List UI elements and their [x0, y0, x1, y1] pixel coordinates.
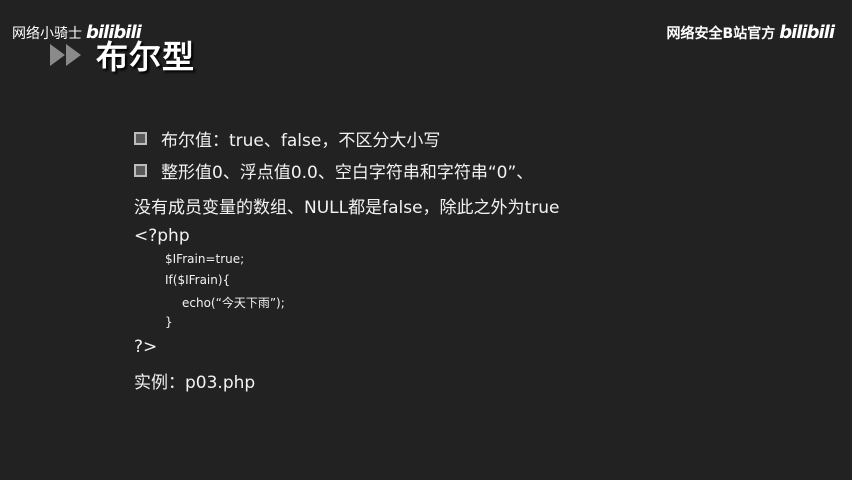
bullet-item: 整形值0、浮点值0.0、空白字符串和字符串“0”、 — [134, 158, 533, 183]
bullet-square-icon — [134, 132, 147, 145]
bullet-text: 布尔值：true、false，不区分大小写 — [161, 131, 441, 151]
code-open-tag: <?php — [134, 226, 190, 246]
code-line: If($IFrain){ — [165, 273, 231, 287]
code-line: echo(“今天下雨”); — [182, 296, 285, 310]
code-line: } — [165, 315, 173, 329]
bullet-text: 整形值0、浮点值0.0、空白字符串和字符串“0”、 — [161, 163, 534, 183]
watermark-left-text: 网络小骑士 — [12, 26, 82, 42]
play-arrows-icon — [50, 44, 81, 66]
slide-title: 布尔型 — [96, 38, 196, 76]
code-close-tag: ?> — [134, 337, 158, 357]
watermark-right-text: 网络安全B站官方 — [666, 26, 776, 42]
watermark-right: 网络安全B站官方 bilibili — [666, 22, 835, 43]
example-text: 实例：p03.php — [134, 373, 256, 393]
bullet-item: 布尔值：true、false，不区分大小写 — [134, 126, 440, 151]
code-line: $IFrain=true; — [165, 252, 245, 266]
bilibili-logo-right: bilibili — [779, 22, 835, 43]
bullet-square-icon — [134, 164, 147, 177]
continuation-text: 没有成员变量的数组、NULL都是false，除此之外为true — [134, 198, 560, 218]
